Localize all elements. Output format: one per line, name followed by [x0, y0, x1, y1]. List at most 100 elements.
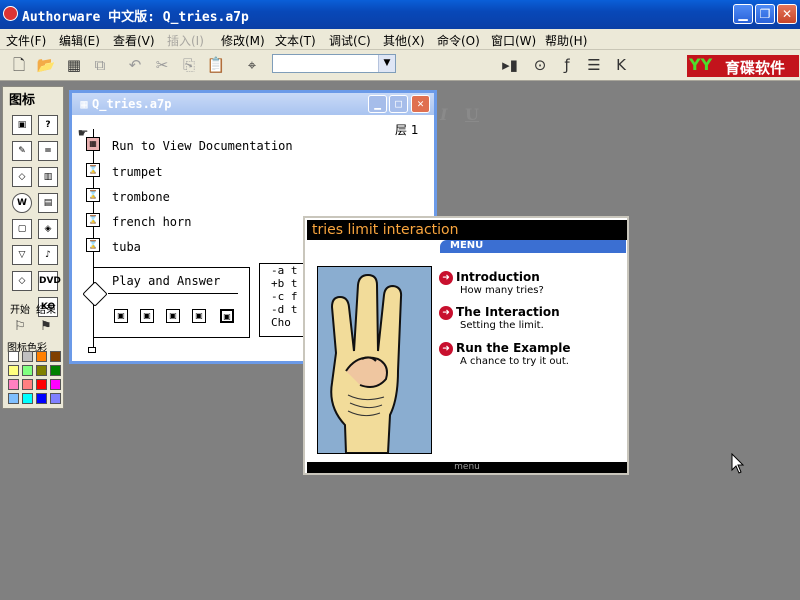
- menu-entry-interaction[interactable]: The Interaction: [456, 305, 560, 319]
- color-swatch[interactable]: [8, 365, 19, 376]
- control-panel-icon[interactable]: ⊙: [530, 55, 550, 75]
- menu-text[interactable]: 文本(T): [275, 32, 316, 49]
- presentation-window[interactable]: tries limit interaction MENU ➜ Introduct…: [303, 216, 629, 475]
- calculation-icon[interactable]: ✎: [12, 141, 32, 161]
- flowline-icon-label[interactable]: trumpet: [112, 165, 163, 179]
- find-icon[interactable]: ⌖: [242, 55, 262, 75]
- font-combo[interactable]: ▼: [272, 54, 396, 73]
- import-icon[interactable]: ⧉: [90, 55, 110, 75]
- menu-file[interactable]: 文件(F): [6, 32, 46, 49]
- restart-icon[interactable]: ▸▮: [500, 55, 520, 75]
- new-file-icon[interactable]: 🗋: [9, 55, 29, 75]
- color-swatch[interactable]: [50, 393, 61, 404]
- interaction-icon[interactable]: ?: [38, 115, 58, 135]
- menu-window[interactable]: 窗口(W): [491, 32, 536, 49]
- menu-debug[interactable]: 调试(C): [329, 32, 371, 49]
- color-swatch[interactable]: [36, 351, 47, 362]
- functions-icon[interactable]: ƒ: [557, 55, 577, 75]
- framework-icon[interactable]: ▤: [38, 193, 58, 213]
- flowline-icon-label[interactable]: french horn: [112, 215, 191, 229]
- menu-other[interactable]: 其他(X): [383, 32, 425, 49]
- framework2-icon[interactable]: ▢: [12, 219, 32, 239]
- color-swatch[interactable]: [8, 393, 19, 404]
- menu-entry-run-example[interactable]: Run the Example: [456, 341, 570, 355]
- color-swatch[interactable]: [50, 351, 61, 362]
- color-swatch[interactable]: [22, 365, 33, 376]
- color-swatch[interactable]: [36, 365, 47, 376]
- underline-button[interactable]: U: [465, 105, 479, 124]
- palette-title: 图标: [9, 93, 36, 108]
- map-icon[interactable]: ⌛: [86, 188, 100, 202]
- decision-icon[interactable]: =: [38, 141, 58, 161]
- video-icon[interactable]: DVD: [38, 271, 61, 291]
- flowline-titlebar[interactable]: ▦ Q_tries.a7p ▁ □ ✕: [72, 93, 434, 115]
- color-swatch[interactable]: [8, 379, 19, 390]
- menu-help[interactable]: 帮助(H): [545, 32, 587, 49]
- three-fingers-hand-image: [317, 266, 432, 454]
- flowline-minimize-button[interactable]: ▁: [368, 95, 387, 113]
- end-flag-icon[interactable]: ⚑: [36, 317, 56, 337]
- arrow-right-icon[interactable]: ➜: [439, 342, 453, 356]
- map-icon[interactable]: ⌛: [86, 238, 100, 252]
- decision2-icon[interactable]: ▽: [12, 245, 32, 265]
- flowline-close-button[interactable]: ✕: [411, 95, 430, 113]
- footer-menu-label[interactable]: menu: [454, 462, 480, 472]
- display-icon[interactable]: ▣: [12, 115, 32, 135]
- paste-icon[interactable]: 📋: [206, 55, 226, 75]
- open-file-icon[interactable]: 📂: [36, 55, 56, 75]
- arrow-right-icon[interactable]: ➜: [439, 271, 453, 285]
- variables-icon[interactable]: ☰: [584, 55, 604, 75]
- flowline-window-icon: ▦: [80, 97, 88, 111]
- flowline-icon-label[interactable]: Run to View Documentation: [112, 139, 293, 153]
- response-map-icon[interactable]: ▣: [114, 309, 128, 323]
- knowledge-objects-icon[interactable]: K: [611, 55, 631, 75]
- response-map-icon[interactable]: ▣: [192, 309, 206, 323]
- save-all-icon[interactable]: ▦: [64, 55, 84, 75]
- minimize-button[interactable]: ▁: [733, 4, 753, 24]
- map-icon[interactable]: ⌛: [86, 213, 100, 227]
- map-icon[interactable]: ⌛: [86, 163, 100, 177]
- menu-commands[interactable]: 命令(O): [437, 32, 480, 49]
- map-icon[interactable]: ◇: [12, 271, 32, 291]
- response-map-icon[interactable]: ▣: [140, 309, 154, 323]
- restore-button[interactable]: ❐: [755, 4, 775, 24]
- navigate-icon[interactable]: ▥: [38, 167, 58, 187]
- color-swatch[interactable]: [36, 379, 47, 390]
- color-swatch[interactable]: [36, 393, 47, 404]
- cut-icon[interactable]: ✂: [152, 55, 172, 75]
- response-map-icon[interactable]: ▣: [166, 309, 180, 323]
- chevron-down-icon[interactable]: ▼: [378, 55, 395, 72]
- presentation-footer[interactable]: menu: [307, 462, 627, 473]
- flowline-maximize-button[interactable]: □: [389, 95, 408, 113]
- mouse-cursor-icon: [731, 453, 745, 474]
- interaction-icon[interactable]: [82, 281, 108, 307]
- menu-entry-subtitle: How many tries?: [460, 285, 544, 296]
- color-swatch[interactable]: [8, 351, 19, 362]
- wait-icon[interactable]: W: [12, 193, 32, 213]
- italic-button[interactable]: I: [440, 105, 447, 124]
- color-swatch[interactable]: [22, 393, 33, 404]
- undo-icon[interactable]: ↶: [125, 55, 145, 75]
- erase-icon[interactable]: ◇: [12, 167, 32, 187]
- color-swatch[interactable]: [22, 351, 33, 362]
- copy-icon[interactable]: ⎘: [179, 55, 199, 75]
- movie-icon[interactable]: ◈: [38, 219, 58, 239]
- start-flag-icon[interactable]: ⚐: [10, 317, 30, 337]
- map-icon[interactable]: ▦: [86, 137, 100, 151]
- color-swatch[interactable]: [22, 379, 33, 390]
- interaction-label[interactable]: Play and Answer: [112, 274, 220, 288]
- flowline-icon-label[interactable]: tuba: [112, 240, 141, 254]
- sound-icon[interactable]: ♪: [38, 245, 58, 265]
- arrow-right-icon[interactable]: ➜: [439, 306, 453, 320]
- flowline-icon-label[interactable]: trombone: [112, 190, 170, 204]
- menu-insert[interactable]: 插入(I): [167, 32, 204, 49]
- menu-entry-introduction[interactable]: Introduction: [456, 270, 540, 284]
- menu-edit[interactable]: 编辑(E): [59, 32, 100, 49]
- response-map-icon[interactable]: ▣: [220, 309, 234, 323]
- menu-view[interactable]: 查看(V): [113, 32, 155, 49]
- color-swatch[interactable]: [50, 365, 61, 376]
- app-titlebar[interactable]: Authorware 中文版: Q_tries.a7p ▁ ❐ ✕: [0, 0, 800, 29]
- menu-modify[interactable]: 修改(M): [221, 32, 265, 49]
- color-swatch[interactable]: [50, 379, 61, 390]
- close-button[interactable]: ✕: [777, 4, 797, 24]
